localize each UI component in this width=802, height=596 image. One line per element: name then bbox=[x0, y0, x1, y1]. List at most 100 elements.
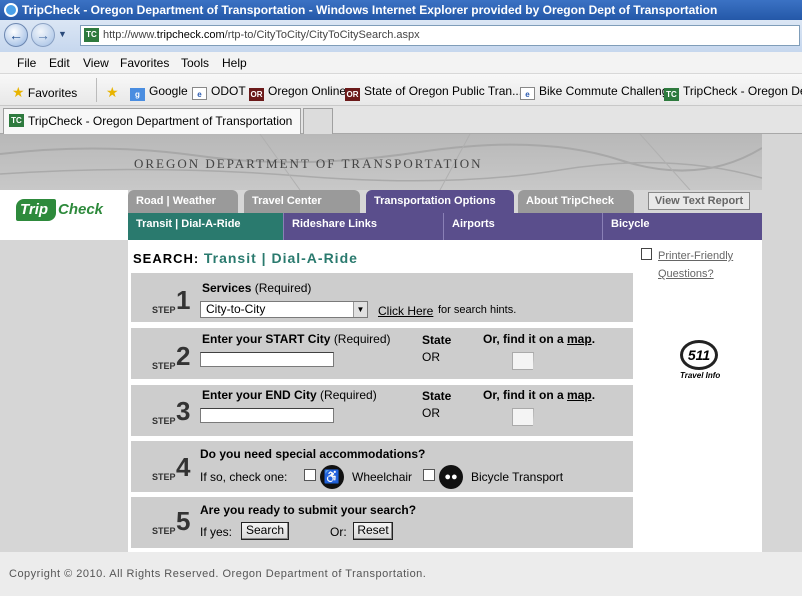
subnav-airports[interactable]: Airports bbox=[444, 213, 603, 240]
favorite-link-label: Google bbox=[149, 84, 188, 98]
oregon-map-icon[interactable] bbox=[512, 352, 534, 370]
questions-link[interactable]: Questions? bbox=[658, 268, 714, 280]
end-city-label: Enter your END City (Required) bbox=[202, 388, 377, 402]
left-column bbox=[0, 240, 128, 552]
favorite-link-google[interactable]: g Google bbox=[130, 84, 188, 101]
favorite-link-tripcheck[interactable]: TC TripCheck - Oregon Depa bbox=[664, 84, 802, 101]
start-state-label: State bbox=[422, 333, 452, 347]
end-city-input[interactable] bbox=[200, 408, 334, 423]
start-city-input[interactable] bbox=[200, 352, 334, 367]
or-icon: OR bbox=[345, 88, 360, 101]
bicycle-checkbox[interactable] bbox=[423, 469, 435, 481]
new-tab-button[interactable] bbox=[303, 108, 333, 134]
favorites-label: Favorites bbox=[27, 86, 78, 100]
step-number: 5 bbox=[176, 506, 191, 536]
tab-favicon-icon: TC bbox=[9, 114, 24, 127]
topnav-travel-center[interactable]: Travel Center bbox=[244, 190, 360, 213]
search-hints-link[interactable]: Click Here bbox=[378, 304, 433, 318]
favorite-link-public-transit[interactable]: OR State of Oregon Public Tran... bbox=[345, 84, 522, 101]
window-title-bar: TripCheck - Oregon Department of Transpo… bbox=[0, 0, 802, 20]
end-state-value: OR bbox=[422, 406, 440, 420]
services-select[interactable]: City-to-City bbox=[200, 301, 368, 318]
or-icon: OR bbox=[249, 88, 264, 101]
topnav-about-tripcheck[interactable]: About TripCheck bbox=[518, 190, 634, 213]
oregon-map-icon[interactable] bbox=[512, 408, 534, 426]
chevron-down-icon[interactable]: ▼ bbox=[353, 302, 367, 317]
history-dropdown-icon[interactable]: ▼ bbox=[58, 29, 67, 39]
printer-icon[interactable] bbox=[641, 248, 652, 260]
start-city-label: Enter your START City (Required) bbox=[202, 332, 391, 346]
favorite-link-label: Bike Commute Challenge bbox=[539, 84, 676, 98]
submit-title: Are you ready to submit your search? bbox=[200, 503, 417, 517]
logo-511[interactable]: 511 bbox=[680, 340, 718, 370]
forward-arrow-icon[interactable]: → bbox=[31, 23, 55, 47]
step-label: STEP bbox=[152, 472, 176, 482]
tc-icon: TC bbox=[664, 88, 679, 101]
step-label: STEP bbox=[152, 416, 176, 426]
logo-trip-text: Trip bbox=[20, 201, 49, 218]
menu-edit[interactable]: Edit bbox=[49, 56, 70, 70]
bicycle-icon: ●● bbox=[439, 465, 463, 489]
step-label: STEP bbox=[152, 361, 176, 371]
wheelchair-checkbox[interactable] bbox=[304, 469, 316, 481]
favorite-link-odot[interactable]: e ODOT bbox=[192, 84, 246, 100]
printer-friendly-link[interactable]: Printer-Friendly bbox=[658, 250, 733, 262]
url-prefix: http://www. bbox=[103, 29, 157, 41]
end-map-prompt: Or, find it on a map. bbox=[483, 388, 596, 402]
menu-help[interactable]: Help bbox=[222, 56, 247, 70]
menu-view[interactable]: View bbox=[83, 56, 109, 70]
view-text-report-button[interactable]: View Text Report bbox=[648, 192, 750, 210]
url-input[interactable]: TC http://www.tripcheck.com/rtp-to/CityT… bbox=[80, 25, 800, 46]
start-map-link[interactable]: map bbox=[567, 332, 592, 346]
search-button[interactable]: Search bbox=[241, 522, 289, 540]
menu-bar: File Edit View Favorites Tools Help bbox=[0, 52, 802, 74]
reset-button[interactable]: Reset bbox=[353, 522, 393, 540]
address-bar: ← → ▼ TC http://www.tripcheck.com/rtp-to… bbox=[0, 20, 802, 52]
right-sidebar bbox=[636, 240, 762, 552]
tab-tripcheck[interactable]: TC TripCheck - Oregon Department of Tran… bbox=[3, 108, 301, 134]
end-map-link[interactable]: map bbox=[567, 388, 592, 402]
menu-file[interactable]: File bbox=[17, 56, 36, 70]
favorite-link-label: ODOT bbox=[211, 84, 246, 98]
favorite-link-label: TripCheck - Oregon Depa bbox=[683, 84, 802, 98]
tab-bar: TC TripCheck - Oregon Department of Tran… bbox=[0, 106, 802, 134]
favorites-star-icon: ★ bbox=[12, 84, 25, 100]
topnav-transportation-options[interactable]: Transportation Options bbox=[366, 190, 514, 213]
ie-page-icon: e bbox=[520, 87, 535, 100]
step-number: 4 bbox=[176, 452, 191, 482]
search-heading-label: SEARCH: bbox=[133, 251, 200, 266]
menu-tools[interactable]: Tools bbox=[181, 56, 209, 70]
add-favorite-icon[interactable]: ★ bbox=[106, 84, 119, 101]
logo-check-text: Check bbox=[58, 201, 104, 218]
subnav-transit-dial-a-ride[interactable]: Transit | Dial-A-Ride bbox=[128, 213, 284, 240]
topnav-road-weather[interactable]: Road | Weather bbox=[128, 190, 238, 213]
submit-prompt: If yes: bbox=[200, 525, 233, 539]
favorite-link-bike-commute[interactable]: e Bike Commute Challenge bbox=[520, 84, 675, 100]
accommodations-prompt: If so, check one: bbox=[200, 470, 288, 484]
favorite-link-label: Oregon Online bbox=[268, 84, 347, 98]
services-selected-value: City-to-City bbox=[206, 302, 266, 316]
window-title: TripCheck - Oregon Department of Transpo… bbox=[22, 3, 718, 17]
search-hints-text: for search hints. bbox=[438, 304, 517, 316]
menu-favorites[interactable]: Favorites bbox=[120, 56, 169, 70]
subnav-bicycle[interactable]: Bicycle bbox=[603, 213, 762, 240]
favorite-link-oregon-online[interactable]: OR Oregon Online bbox=[249, 84, 346, 101]
favorites-divider bbox=[96, 78, 97, 102]
step-number: 2 bbox=[176, 341, 191, 371]
services-label: Services (Required) bbox=[202, 281, 312, 295]
subnav-rideshare-links[interactable]: Rideshare Links bbox=[284, 213, 444, 240]
logo-511-subtitle: Travel Info bbox=[680, 371, 721, 380]
step-number: 3 bbox=[176, 396, 191, 426]
search-heading: SEARCH: Transit | Dial-A-Ride bbox=[133, 250, 358, 266]
accommodations-title: Do you need special accommodations? bbox=[200, 447, 426, 461]
ie-logo-icon bbox=[4, 3, 18, 17]
start-state-value: OR bbox=[422, 350, 440, 364]
site-favicon-icon: TC bbox=[84, 28, 99, 42]
org-title: OREGON DEPARTMENT OF TRANSPORTATION bbox=[134, 156, 483, 171]
search-heading-crumb: Transit | Dial-A-Ride bbox=[203, 250, 358, 266]
back-arrow-icon[interactable]: ← bbox=[4, 23, 28, 47]
favorites-button[interactable]: ★ Favorites bbox=[12, 84, 77, 101]
url-domain: tripcheck.com bbox=[156, 29, 225, 41]
wheelchair-icon: ♿ bbox=[320, 465, 344, 489]
or-label: Or: bbox=[330, 525, 347, 539]
